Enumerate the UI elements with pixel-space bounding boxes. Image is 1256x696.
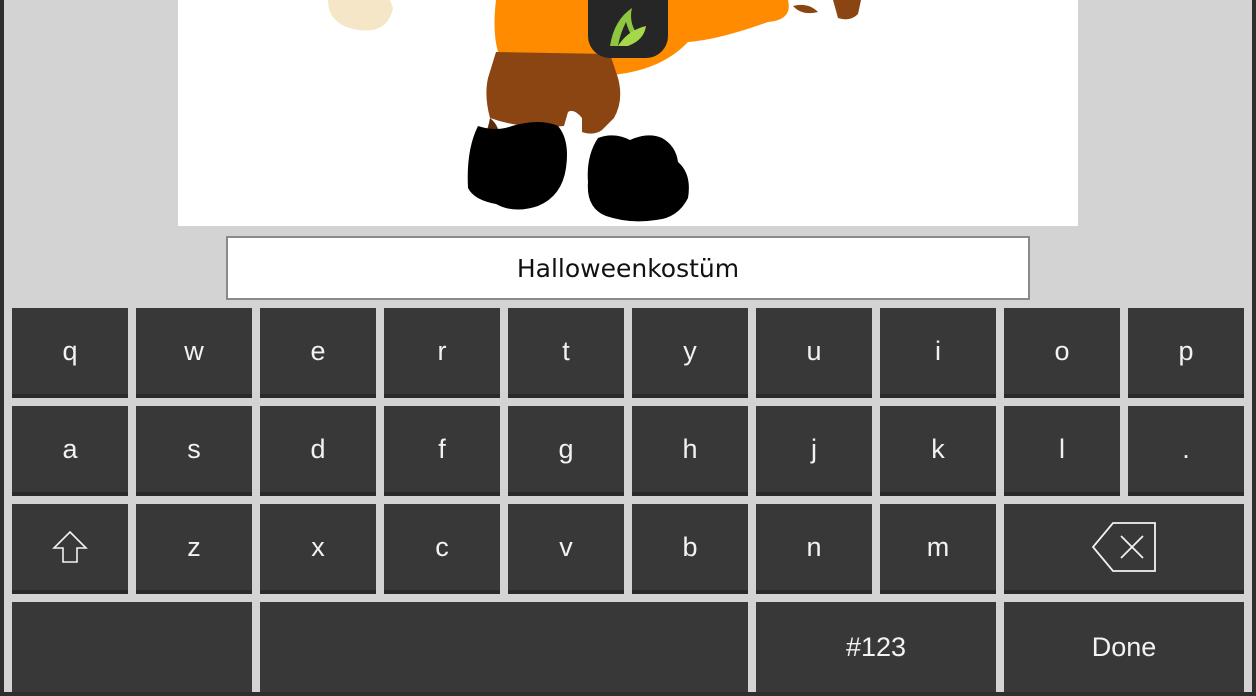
key-w[interactable]: w bbox=[136, 308, 252, 398]
shift-icon bbox=[52, 530, 88, 563]
key-s[interactable]: s bbox=[136, 406, 252, 496]
key-n[interactable]: n bbox=[756, 504, 872, 594]
key-f[interactable]: f bbox=[384, 406, 500, 496]
key-u[interactable]: u bbox=[756, 308, 872, 398]
key-period[interactable]: . bbox=[1128, 406, 1244, 496]
key-label: r bbox=[437, 335, 447, 366]
key-label: w bbox=[184, 335, 204, 366]
key-h[interactable]: h bbox=[632, 406, 748, 496]
shift-key[interactable] bbox=[12, 504, 128, 594]
key-b[interactable]: b bbox=[632, 504, 748, 594]
app-logo-icon bbox=[610, 8, 646, 46]
key-label: i bbox=[935, 335, 941, 366]
symbols-key[interactable]: #123 bbox=[756, 602, 996, 696]
key-label: y bbox=[683, 335, 697, 366]
backspace-key[interactable] bbox=[1004, 504, 1244, 594]
key-label: g bbox=[558, 433, 574, 464]
key-m[interactable]: m bbox=[880, 504, 996, 594]
key-l[interactable]: l bbox=[1004, 406, 1120, 496]
key-d[interactable]: d bbox=[260, 406, 376, 496]
key-label: f bbox=[438, 433, 446, 464]
key-v[interactable]: v bbox=[508, 504, 624, 594]
key-i[interactable]: i bbox=[880, 308, 996, 398]
key-e[interactable]: e bbox=[260, 308, 376, 398]
key-label: b bbox=[682, 531, 698, 562]
key-label: p bbox=[1178, 335, 1194, 366]
key-label: s bbox=[187, 433, 201, 464]
blank-key-left[interactable] bbox=[12, 602, 252, 696]
key-t[interactable]: t bbox=[508, 308, 624, 398]
key-label: t bbox=[562, 335, 570, 366]
key-label: a bbox=[62, 433, 78, 464]
app-logo bbox=[588, 0, 668, 58]
key-g[interactable]: g bbox=[508, 406, 624, 496]
key-o[interactable]: o bbox=[1004, 308, 1120, 398]
key-x[interactable]: x bbox=[260, 504, 376, 594]
on-screen-keyboard: q w e r t y u i o p a s d f g h j k l . … bbox=[0, 300, 1256, 696]
key-label: h bbox=[682, 433, 698, 464]
key-z[interactable]: z bbox=[136, 504, 252, 594]
key-label: n bbox=[806, 531, 822, 562]
key-y[interactable]: y bbox=[632, 308, 748, 398]
done-button[interactable]: Done bbox=[1004, 602, 1244, 696]
key-k[interactable]: k bbox=[880, 406, 996, 496]
key-label: q bbox=[62, 335, 78, 366]
key-label: d bbox=[310, 433, 326, 464]
symbols-key-label: #123 bbox=[845, 631, 907, 662]
key-label: z bbox=[187, 531, 201, 562]
key-label: u bbox=[806, 335, 822, 366]
done-button-label: Done bbox=[1091, 631, 1157, 662]
key-label: v bbox=[559, 531, 573, 562]
key-a[interactable]: a bbox=[12, 406, 128, 496]
text-input-value: Halloweenkostüm bbox=[516, 253, 740, 283]
text-input[interactable]: Halloweenkostüm bbox=[226, 236, 1030, 300]
key-c[interactable]: c bbox=[384, 504, 500, 594]
key-r[interactable]: r bbox=[384, 308, 500, 398]
key-label: o bbox=[1054, 335, 1070, 366]
key-label: c bbox=[435, 531, 449, 562]
key-j[interactable]: j bbox=[756, 406, 872, 496]
space-key[interactable] bbox=[260, 602, 748, 696]
key-label: . bbox=[1182, 433, 1190, 464]
key-label: x bbox=[311, 531, 325, 562]
key-label: e bbox=[310, 335, 326, 366]
key-label: k bbox=[931, 433, 945, 464]
key-label: l bbox=[1059, 433, 1065, 464]
backspace-icon bbox=[1091, 522, 1156, 572]
key-label: m bbox=[926, 531, 950, 562]
key-q[interactable]: q bbox=[12, 308, 128, 398]
key-p[interactable]: p bbox=[1128, 308, 1244, 398]
key-label: j bbox=[811, 433, 817, 464]
